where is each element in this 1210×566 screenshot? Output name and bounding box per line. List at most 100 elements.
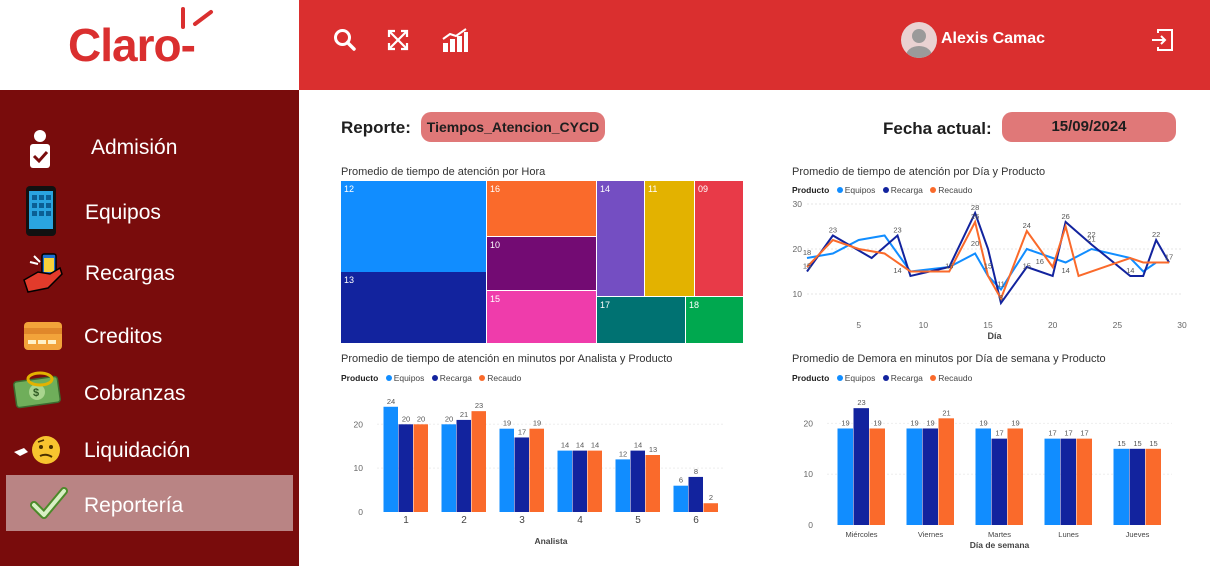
- treemap-label: 16: [490, 184, 500, 194]
- bar-recaudo[interactable]: [938, 418, 955, 525]
- x-axis-title: Día: [987, 331, 1002, 341]
- treemap-cell-17[interactable]: [597, 297, 685, 343]
- bar-recaudo[interactable]: [529, 428, 545, 512]
- category-label: 5: [635, 515, 641, 526]
- bar-value-label: 12: [619, 449, 627, 458]
- bar-recarga[interactable]: [456, 419, 472, 512]
- bar-value-label: 21: [942, 408, 950, 417]
- line-chart: 1020305 10 15 20 25 30Día151823 2314 1528262015…: [793, 199, 1187, 341]
- bar-value-label: 17: [518, 427, 526, 436]
- bar-value-label: 14: [634, 441, 642, 450]
- bar-equipos[interactable]: [615, 459, 631, 512]
- bar-equipos[interactable]: [906, 428, 923, 525]
- treemap-cell-09[interactable]: [695, 181, 743, 296]
- bar-recaudo[interactable]: [1145, 448, 1162, 525]
- treemap-cell-11[interactable]: [645, 181, 694, 296]
- report-label: Reporte:: [341, 118, 411, 137]
- bar-equipos[interactable]: [1044, 438, 1061, 525]
- bar-value-label: 20: [445, 414, 453, 423]
- line-chart-title: Promedio de tiempo de atención por Día y…: [792, 166, 1046, 178]
- treemap-cell-10[interactable]: [487, 237, 596, 290]
- bar-recarga[interactable]: [514, 437, 530, 512]
- bar-recaudo[interactable]: [869, 428, 886, 525]
- sidebar-item-equipos[interactable]: Equipos: [6, 183, 293, 239]
- bar-value-label: 17: [1048, 429, 1056, 438]
- expand-arrows-icon[interactable]: [385, 27, 411, 53]
- claro-logo[interactable]: Claro-: [0, 0, 299, 90]
- bar-recarga[interactable]: [1129, 448, 1146, 525]
- bar-recarga[interactable]: [922, 428, 939, 525]
- sidebar-item-cobranzas[interactable]: $ Cobranzas: [6, 365, 293, 421]
- x-tick-label: 20: [1048, 320, 1058, 330]
- bar-equipos[interactable]: [557, 450, 573, 512]
- data-label: 23: [893, 226, 901, 235]
- data-label: 16: [1036, 257, 1044, 266]
- bar-recarga[interactable]: [1060, 438, 1077, 525]
- user-name[interactable]: Alexis Camac: [941, 30, 1045, 48]
- bar-chart-up-icon[interactable]: [441, 27, 468, 53]
- logout-icon[interactable]: [1149, 27, 1175, 53]
- bar-value-label: 19: [926, 418, 934, 427]
- treemap-label: 09: [698, 184, 708, 194]
- treemap-chart: 12 13 16 10 15 14 17 11 09 18: [341, 181, 743, 343]
- bar-recarga[interactable]: [853, 408, 870, 525]
- treemap-cell-15[interactable]: [487, 291, 596, 343]
- sidebar-item-creditos[interactable]: Creditos: [6, 308, 293, 364]
- analyst-bar-chart: 0 10 20 24 20 20 1 20 21 23 2 19 17 19 3 14 14 14 4 12 14 13 5…: [354, 397, 725, 546]
- bar-recarga[interactable]: [630, 450, 646, 512]
- sidebar-item-reporteria[interactable]: Reportería: [6, 475, 293, 531]
- category-label: Viernes: [918, 530, 944, 539]
- bar-recarga[interactable]: [572, 450, 588, 512]
- treemap-cell-14[interactable]: [597, 181, 644, 296]
- sidebar-item-recargas[interactable]: Recargas: [6, 246, 293, 302]
- legend-title: Producto: [792, 373, 830, 383]
- bar-recaudo[interactable]: [471, 411, 487, 512]
- data-label: 20: [971, 239, 979, 248]
- bar-recaudo[interactable]: [1007, 428, 1024, 525]
- logo-text: Claro-: [68, 19, 195, 71]
- bar-recarga[interactable]: [398, 424, 414, 512]
- data-label: 26: [1061, 212, 1069, 221]
- bar-recaudo[interactable]: [1076, 438, 1093, 525]
- bar-value-label: 8: [694, 467, 698, 476]
- category-label: 2: [461, 515, 467, 526]
- data-label: 15: [984, 262, 992, 271]
- bar-recaudo[interactable]: [703, 503, 719, 512]
- report-select[interactable]: Tiempos_Atencion_CYCD: [421, 112, 605, 142]
- bar-equipos[interactable]: [975, 428, 992, 525]
- bar-recaudo[interactable]: [587, 450, 603, 512]
- report-content: Reporte: Tiempos_Atencion_CYCD Fecha act…: [299, 90, 1210, 566]
- bar-recarga[interactable]: [991, 438, 1008, 525]
- bar-equipos[interactable]: [499, 428, 515, 512]
- bar-recarga[interactable]: [688, 476, 704, 512]
- series-line-recarga[interactable]: [806, 210, 1170, 306]
- data-label: 22: [1152, 230, 1160, 239]
- bar-value-label: 15: [1149, 439, 1157, 448]
- sidebar-item-liquidacion[interactable]: Liquidación: [6, 422, 293, 478]
- treemap-cell-13[interactable]: [341, 272, 486, 343]
- bar-recaudo[interactable]: [413, 424, 429, 512]
- user-avatar[interactable]: [901, 22, 937, 58]
- y-tick-label: 20: [793, 244, 803, 254]
- search-icon[interactable]: [332, 27, 358, 53]
- y-tick-label: 0: [358, 507, 363, 517]
- bar-equipos[interactable]: [1113, 448, 1130, 525]
- x-tick-label: 5: [856, 320, 861, 330]
- bar-equipos[interactable]: [673, 485, 689, 512]
- bar-equipos[interactable]: [441, 424, 457, 512]
- bar-equipos[interactable]: [837, 428, 854, 525]
- date-label: Fecha actual:: [883, 119, 992, 138]
- bar-recaudo[interactable]: [645, 455, 661, 512]
- sidebar-item-admision[interactable]: Admisión: [6, 120, 293, 176]
- sidebar-item-label: Cobranzas: [84, 382, 186, 405]
- sidebar: Admisión Equipos Recargas Creditos $ Cob…: [0, 90, 299, 566]
- bar-value-label: 20: [417, 414, 425, 423]
- bar-equipos[interactable]: [383, 406, 399, 512]
- bar-value-label: 20: [402, 414, 410, 423]
- treemap-cell-12[interactable]: [341, 181, 486, 272]
- date-field[interactable]: 15/09/2024: [1002, 112, 1176, 142]
- bar-value-label: 14: [576, 441, 584, 450]
- series-line-recaudo[interactable]: [806, 219, 1170, 301]
- treemap-cell-16[interactable]: [487, 181, 596, 236]
- legend-recaudo: Recaudo: [938, 373, 973, 383]
